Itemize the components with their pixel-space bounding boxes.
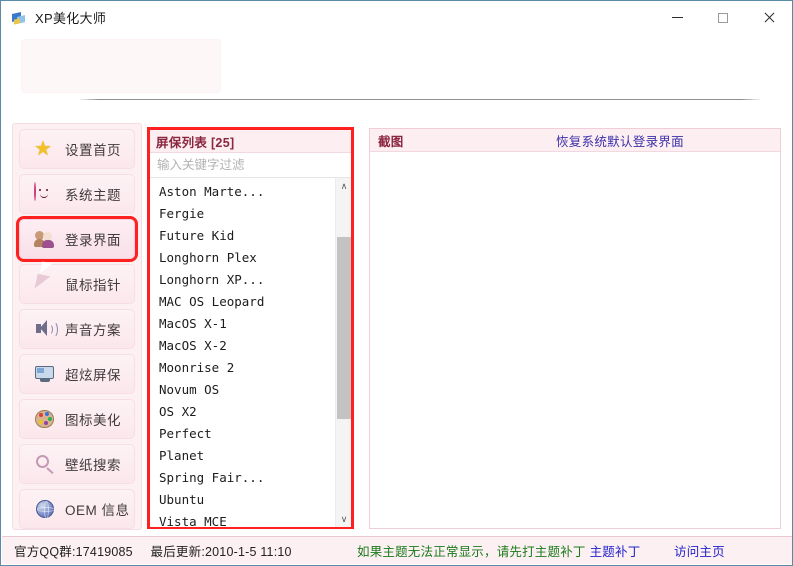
sidebar-item-label: 登录界面	[65, 233, 121, 248]
preview-panel: 截图 恢复系统默认登录界面	[369, 128, 781, 529]
sidebar-item-theme[interactable]: 系统主题	[19, 174, 135, 214]
status-bar: 官方QQ群:17419085 最后更新:2010-1-5 11:10 如果主题无…	[2, 536, 792, 564]
sidebar-item-screensaver[interactable]: 超炫屏保	[19, 354, 135, 394]
window-title: XP美化大师	[35, 11, 107, 26]
list-panel-header: 屏保列表 [25]	[150, 130, 351, 153]
window-controls	[654, 1, 792, 34]
list-item[interactable]: Ubuntu	[150, 489, 335, 511]
last-update-text: 最后更新:2010-1-5 11:10	[150, 545, 292, 559]
monitor-icon	[34, 363, 56, 385]
list-item[interactable]: Future Kid	[150, 225, 335, 247]
filter-row	[150, 153, 351, 178]
sidebar-item-label: 超炫屏保	[65, 368, 121, 383]
status-left: 官方QQ群:17419085 最后更新:2010-1-5 11:10	[14, 541, 292, 560]
list-item[interactable]: MAC OS Leopard	[150, 291, 335, 313]
sidebar-item-label: 系统主题	[65, 188, 121, 203]
sidebar-item-login-screen[interactable]: 登录界面	[19, 219, 135, 259]
banner-logo-placeholder	[21, 39, 221, 93]
list-item[interactable]: OS X2	[150, 401, 335, 423]
minimize-button[interactable]	[654, 1, 700, 34]
close-button[interactable]	[746, 1, 792, 34]
sidebar-item-label: 声音方案	[65, 323, 121, 338]
app-window: XP美化大师 ★ 设置首页 系统主题 登录界面 鼠标指针 声音方案 超炫屏保 图…	[0, 0, 793, 566]
sidebar-item-sound[interactable]: 声音方案	[19, 309, 135, 349]
list-item[interactable]: Planet	[150, 445, 335, 467]
list-item[interactable]: Longhorn XP...	[150, 269, 335, 291]
maximize-icon	[718, 12, 728, 23]
banner-area	[2, 34, 792, 111]
list-item[interactable]: Moonrise 2	[150, 357, 335, 379]
scroll-up-icon[interactable]: ∧	[336, 178, 351, 194]
notice-text: 如果主题无法正常显示，请先打主题补丁	[357, 545, 586, 559]
list-items-container: Aston Marte... Fergie Future Kid Longhor…	[150, 178, 335, 527]
sidebar-item-icons[interactable]: 图标美化	[19, 399, 135, 439]
app-palette-icon	[11, 10, 27, 26]
sidebar-item-wallpaper-search[interactable]: 壁纸搜索	[19, 444, 135, 484]
sidebar-item-label: 图标美化	[65, 413, 121, 428]
list-item[interactable]: Longhorn Plex	[150, 247, 335, 269]
visit-homepage-link[interactable]: 访问主页	[674, 541, 725, 560]
list-item[interactable]: Novum OS	[150, 379, 335, 401]
list-item[interactable]: MacOS X-2	[150, 335, 335, 357]
list-panel: 屏保列表 [25] Aston Marte... Fergie Future K…	[147, 127, 354, 529]
list-item[interactable]: MacOS X-1	[150, 313, 335, 335]
title-bar: XP美化大师	[1, 1, 792, 34]
restore-default-login-link[interactable]: 恢复系统默认登录界面	[556, 131, 684, 150]
sidebar: ★ 设置首页 系统主题 登录界面 鼠标指针 声音方案 超炫屏保 图标美化 壁纸搜…	[12, 123, 142, 530]
maximize-button[interactable]	[700, 1, 746, 34]
globe-icon	[34, 498, 56, 520]
sidebar-item-label: 鼠标指针	[65, 278, 121, 293]
sidebar-item-label: 设置首页	[65, 143, 121, 158]
sidebar-item-oem-info[interactable]: OEM 信息	[19, 489, 135, 529]
star-icon: ★	[34, 138, 52, 160]
banner-divider	[78, 99, 762, 100]
list-item[interactable]: Perfect	[150, 423, 335, 445]
theme-patch-link[interactable]: 主题补丁	[590, 545, 641, 559]
users-icon	[34, 228, 56, 250]
sidebar-item-label: 壁纸搜索	[65, 458, 121, 473]
monkey-face-icon	[34, 182, 56, 205]
cursor-icon	[34, 273, 56, 295]
list-item[interactable]: Vista MCE	[150, 511, 335, 527]
list-body: Aston Marte... Fergie Future Kid Longhor…	[150, 178, 351, 527]
qq-group-text: 官方QQ群:17419085	[14, 545, 133, 559]
list-item[interactable]: Aston Marte...	[150, 181, 335, 203]
scrollbar-thumb[interactable]	[337, 237, 351, 419]
sidebar-item-home[interactable]: ★ 设置首页	[19, 129, 135, 169]
preview-panel-title: 截图	[378, 134, 404, 149]
scroll-down-icon[interactable]: ∨	[336, 511, 351, 527]
palette-icon	[34, 408, 56, 430]
magnifier-icon	[34, 453, 56, 475]
preview-area	[370, 152, 780, 528]
close-icon	[763, 12, 775, 24]
list-item[interactable]: Spring Fair...	[150, 467, 335, 489]
list-item[interactable]: Fergie	[150, 203, 335, 225]
speaker-icon	[34, 318, 58, 340]
list-panel-title: 屏保列表 [25]	[156, 135, 235, 150]
sidebar-item-label: OEM 信息	[65, 503, 130, 518]
preview-panel-header: 截图 恢复系统默认登录界面	[370, 129, 780, 152]
minimize-icon	[671, 17, 683, 18]
list-vertical-scrollbar[interactable]: ∧ ∨	[335, 178, 351, 527]
status-notice: 如果主题无法正常显示，请先打主题补丁 主题补丁	[357, 541, 640, 560]
sidebar-item-cursor[interactable]: 鼠标指针	[19, 264, 135, 304]
filter-input[interactable]	[150, 154, 351, 176]
